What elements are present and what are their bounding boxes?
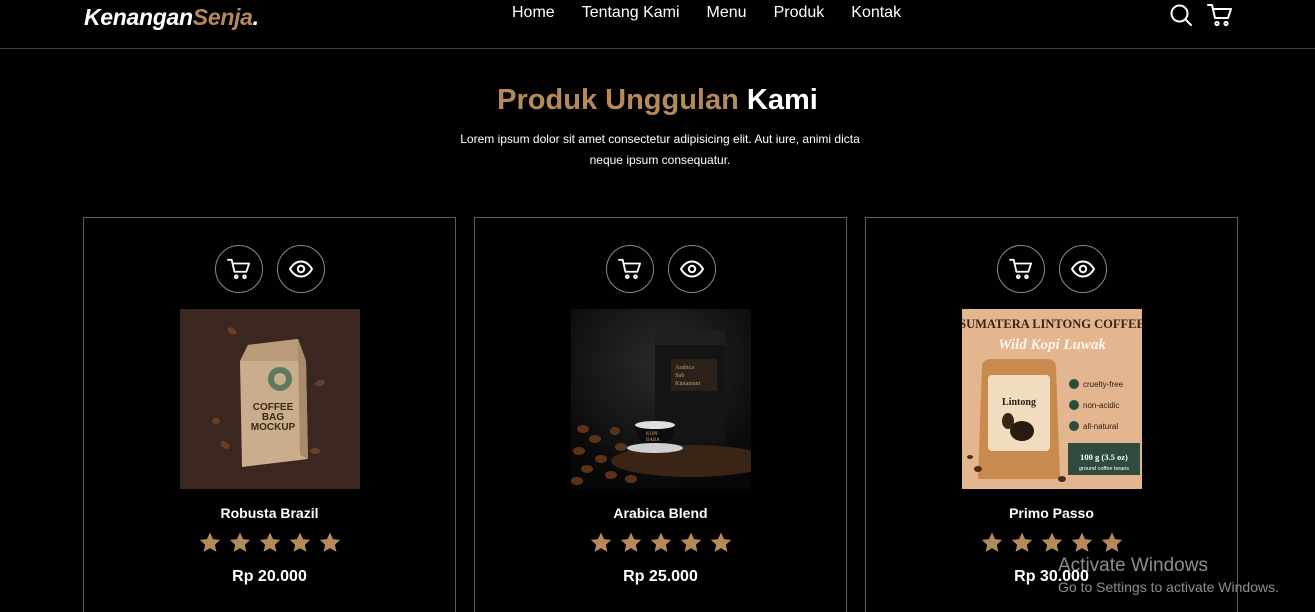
nav-icons bbox=[1169, 3, 1233, 27]
card-actions bbox=[866, 245, 1237, 293]
product-image: Arabica Sub Kintamani KOPI BARA bbox=[571, 309, 751, 489]
add-to-cart-button[interactable] bbox=[605, 245, 654, 293]
weight-sublabel: ground coffee beans bbox=[1079, 466, 1129, 472]
view-detail-button[interactable] bbox=[276, 245, 325, 293]
activate-windows-watermark: Activate Windows Go to Settings to activ… bbox=[1058, 555, 1279, 597]
product-card: SUMATERA LINTONG COFFEE Wild Kopi Luwak … bbox=[865, 217, 1238, 612]
cart-icon bbox=[226, 258, 250, 280]
brand-logo[interactable]: KenanganSenja. bbox=[84, 4, 259, 31]
product-rating bbox=[475, 531, 846, 555]
star-icon bbox=[981, 532, 1002, 552]
nav-link-home[interactable]: Home bbox=[512, 3, 555, 23]
star-icon bbox=[680, 532, 701, 552]
card-actions bbox=[84, 245, 455, 293]
star-icon bbox=[1041, 532, 1062, 552]
star-icon bbox=[319, 532, 340, 552]
feature-all-natural: all-natural bbox=[1083, 422, 1118, 431]
nav-link-kontak[interactable]: Kontak bbox=[851, 3, 901, 23]
product-card: Arabica Sub Kintamani KOPI BARA Arabica … bbox=[474, 217, 847, 612]
cart-icon bbox=[617, 258, 641, 280]
add-to-cart-button[interactable] bbox=[214, 245, 263, 293]
star-icon bbox=[199, 532, 220, 552]
navbar: KenanganSenja. Home Tentang Kami Menu Pr… bbox=[0, 0, 1315, 49]
brand-dot: . bbox=[252, 4, 259, 30]
weight-label: 100 g (3.5 oz) bbox=[1080, 452, 1128, 462]
search-icon[interactable] bbox=[1169, 3, 1193, 27]
star-icon bbox=[1071, 532, 1092, 552]
cup-label-line1: KOPI bbox=[646, 432, 658, 437]
nav-links: Home Tentang Kami Menu Produk Kontak bbox=[512, 3, 928, 23]
bag-label-line2: Sub bbox=[675, 373, 684, 379]
view-detail-button[interactable] bbox=[1058, 245, 1107, 293]
product-image: COFFEE BAG MOCKUP bbox=[180, 309, 360, 489]
star-icon bbox=[620, 532, 641, 552]
star-icon bbox=[259, 532, 280, 552]
product-image: SUMATERA LINTONG COFFEE Wild Kopi Luwak … bbox=[962, 309, 1142, 489]
section-title-main: Kami bbox=[746, 84, 818, 116]
star-icon bbox=[1101, 532, 1122, 552]
feature-cruelty-free: cruelty-free bbox=[1083, 380, 1124, 389]
product-card: COFFEE BAG MOCKUP Robusta Brazil Rp 20.0… bbox=[83, 217, 456, 612]
section-title: Produk Unggulan Kami bbox=[0, 82, 1315, 118]
cart-icon[interactable] bbox=[1207, 3, 1233, 27]
section-description: Lorem ipsum dolor sit amet consectetur a… bbox=[460, 132, 860, 167]
product-name: Robusta Brazil bbox=[220, 505, 319, 521]
star-icon bbox=[229, 532, 250, 552]
bag-label-line1: Arabica bbox=[675, 365, 694, 371]
star-icon bbox=[710, 532, 731, 552]
star-icon bbox=[289, 532, 310, 552]
view-detail-button[interactable] bbox=[667, 245, 716, 293]
card-actions bbox=[475, 245, 846, 293]
eye-icon bbox=[679, 260, 704, 278]
image-subheadline: Wild Kopi Luwak bbox=[998, 337, 1106, 353]
watermark-subtitle: Go to Settings to activate Windows. bbox=[1058, 579, 1279, 595]
add-to-cart-button[interactable] bbox=[996, 245, 1045, 293]
product-price: Rp 25.000 bbox=[623, 568, 698, 585]
brand-name-accent: Senja bbox=[192, 4, 253, 30]
watermark-title: Activate Windows bbox=[1058, 555, 1208, 576]
cup-label-line2: BARA bbox=[646, 438, 660, 443]
product-rating bbox=[84, 531, 455, 555]
product-rating bbox=[866, 531, 1237, 555]
feature-non-acidic: non-acidic bbox=[1083, 401, 1119, 410]
product-name: Arabica Blend bbox=[613, 505, 708, 521]
eye-icon bbox=[1070, 260, 1095, 278]
star-icon bbox=[1011, 532, 1032, 552]
product-price: Rp 20.000 bbox=[232, 568, 307, 585]
cart-icon bbox=[1008, 258, 1032, 280]
section-title-accent: Produk Unggulan bbox=[497, 84, 739, 116]
brand-name-main: Kenangan bbox=[84, 4, 193, 30]
product-name: Primo Passo bbox=[1009, 505, 1094, 521]
star-icon bbox=[650, 532, 671, 552]
eye-icon bbox=[288, 260, 313, 278]
bag-label-line3: Kintamani bbox=[675, 381, 701, 387]
bag-brand: Lintong bbox=[1002, 397, 1036, 408]
nav-link-produk[interactable]: Produk bbox=[774, 3, 825, 23]
bag-label-line3: MOCKUP bbox=[251, 422, 296, 433]
image-headline: SUMATERA LINTONG COFFEE bbox=[962, 317, 1142, 331]
star-icon bbox=[590, 532, 611, 552]
nav-link-tentang-kami[interactable]: Tentang Kami bbox=[582, 3, 680, 23]
nav-link-menu[interactable]: Menu bbox=[707, 3, 747, 23]
